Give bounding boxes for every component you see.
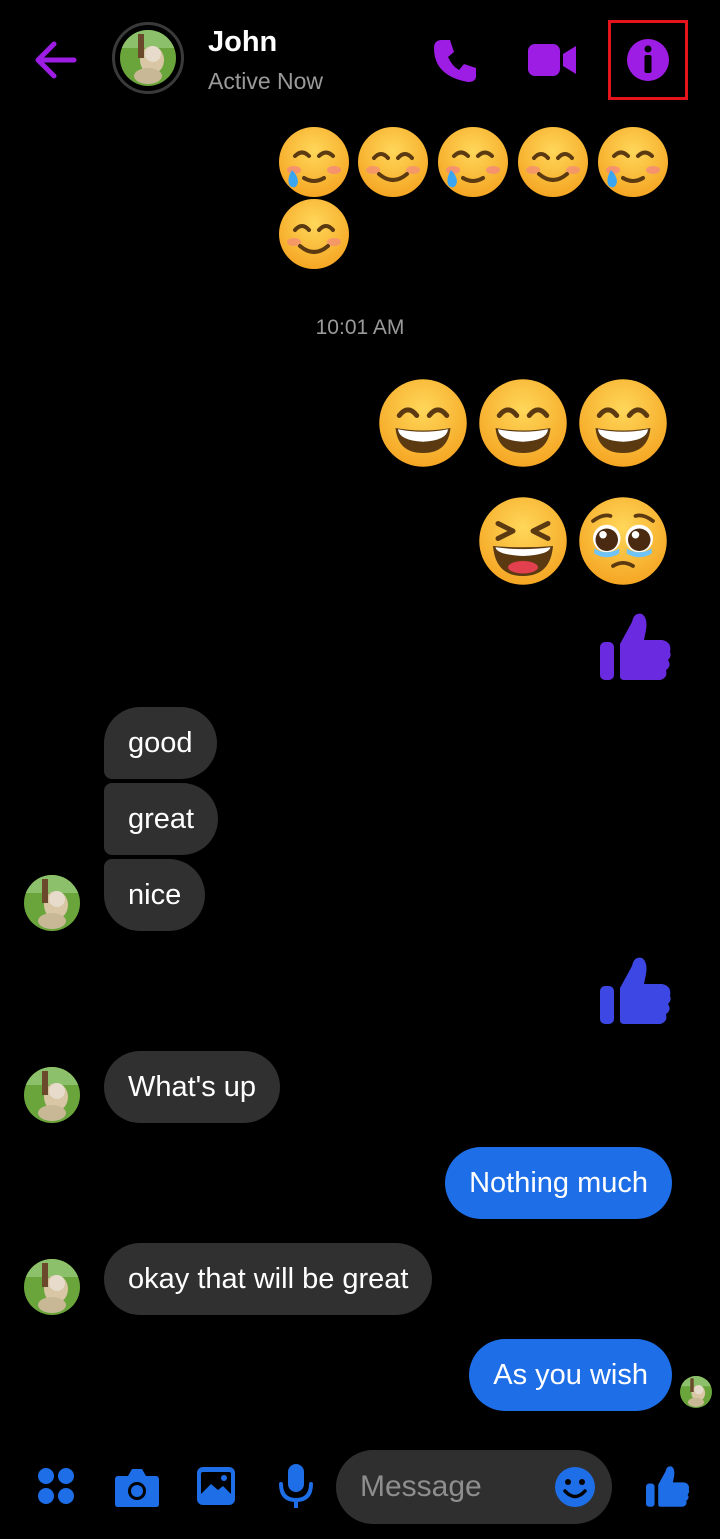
gallery-icon[interactable] (196, 1466, 236, 1506)
avatar-image (120, 30, 176, 86)
emoji-grinning[interactable] (578, 378, 668, 468)
message-input[interactable] (360, 1450, 550, 1524)
video-camera-icon[interactable] (526, 38, 578, 82)
emoji-smiling-tear[interactable] (597, 126, 669, 198)
contact-name[interactable]: John (208, 26, 277, 59)
contact-avatar-small[interactable] (24, 1259, 80, 1315)
emoji-icon[interactable] (554, 1466, 596, 1508)
message-input-container (336, 1450, 612, 1524)
thumbs-up-icon[interactable] (600, 954, 672, 1026)
emoji-grinning[interactable] (378, 378, 468, 468)
outgoing-message[interactable]: Nothing much (445, 1147, 672, 1219)
message-timestamp: 10:01 AM (315, 316, 405, 339)
back-arrow-icon[interactable] (30, 36, 82, 84)
incoming-message[interactable]: What's up (104, 1051, 281, 1123)
emoji-laughing[interactable] (478, 496, 568, 586)
incoming-message[interactable]: great (104, 783, 219, 855)
incoming-message[interactable]: nice (104, 859, 206, 931)
thumbs-up-icon[interactable] (646, 1464, 690, 1508)
info-icon[interactable] (624, 36, 672, 84)
seen-receipt-avatar (680, 1376, 712, 1408)
emoji-smiling[interactable] (278, 198, 350, 270)
apps-grid-icon[interactable] (36, 1466, 76, 1506)
emoji-smiling[interactable] (517, 126, 589, 198)
emoji-smiling-tear[interactable] (278, 126, 350, 198)
emoji-smiling[interactable] (357, 126, 429, 198)
active-status: Active Now (208, 68, 324, 94)
contact-avatar[interactable] (112, 22, 184, 94)
contact-avatar-small[interactable] (24, 1067, 80, 1123)
incoming-message[interactable]: okay that will be great (104, 1243, 433, 1315)
conversation-header: John Active Now (0, 0, 720, 120)
emoji-smiling-tear[interactable] (437, 126, 509, 198)
camera-icon[interactable] (114, 1466, 160, 1508)
thumbs-up-icon[interactable] (600, 610, 672, 682)
emoji-pleading[interactable] (578, 496, 668, 586)
phone-icon[interactable] (430, 36, 478, 84)
outgoing-message[interactable]: As you wish (469, 1339, 672, 1411)
contact-avatar-small[interactable] (24, 875, 80, 931)
emoji-grinning[interactable] (478, 378, 568, 468)
incoming-message[interactable]: good (104, 707, 217, 779)
microphone-icon[interactable] (276, 1462, 316, 1510)
